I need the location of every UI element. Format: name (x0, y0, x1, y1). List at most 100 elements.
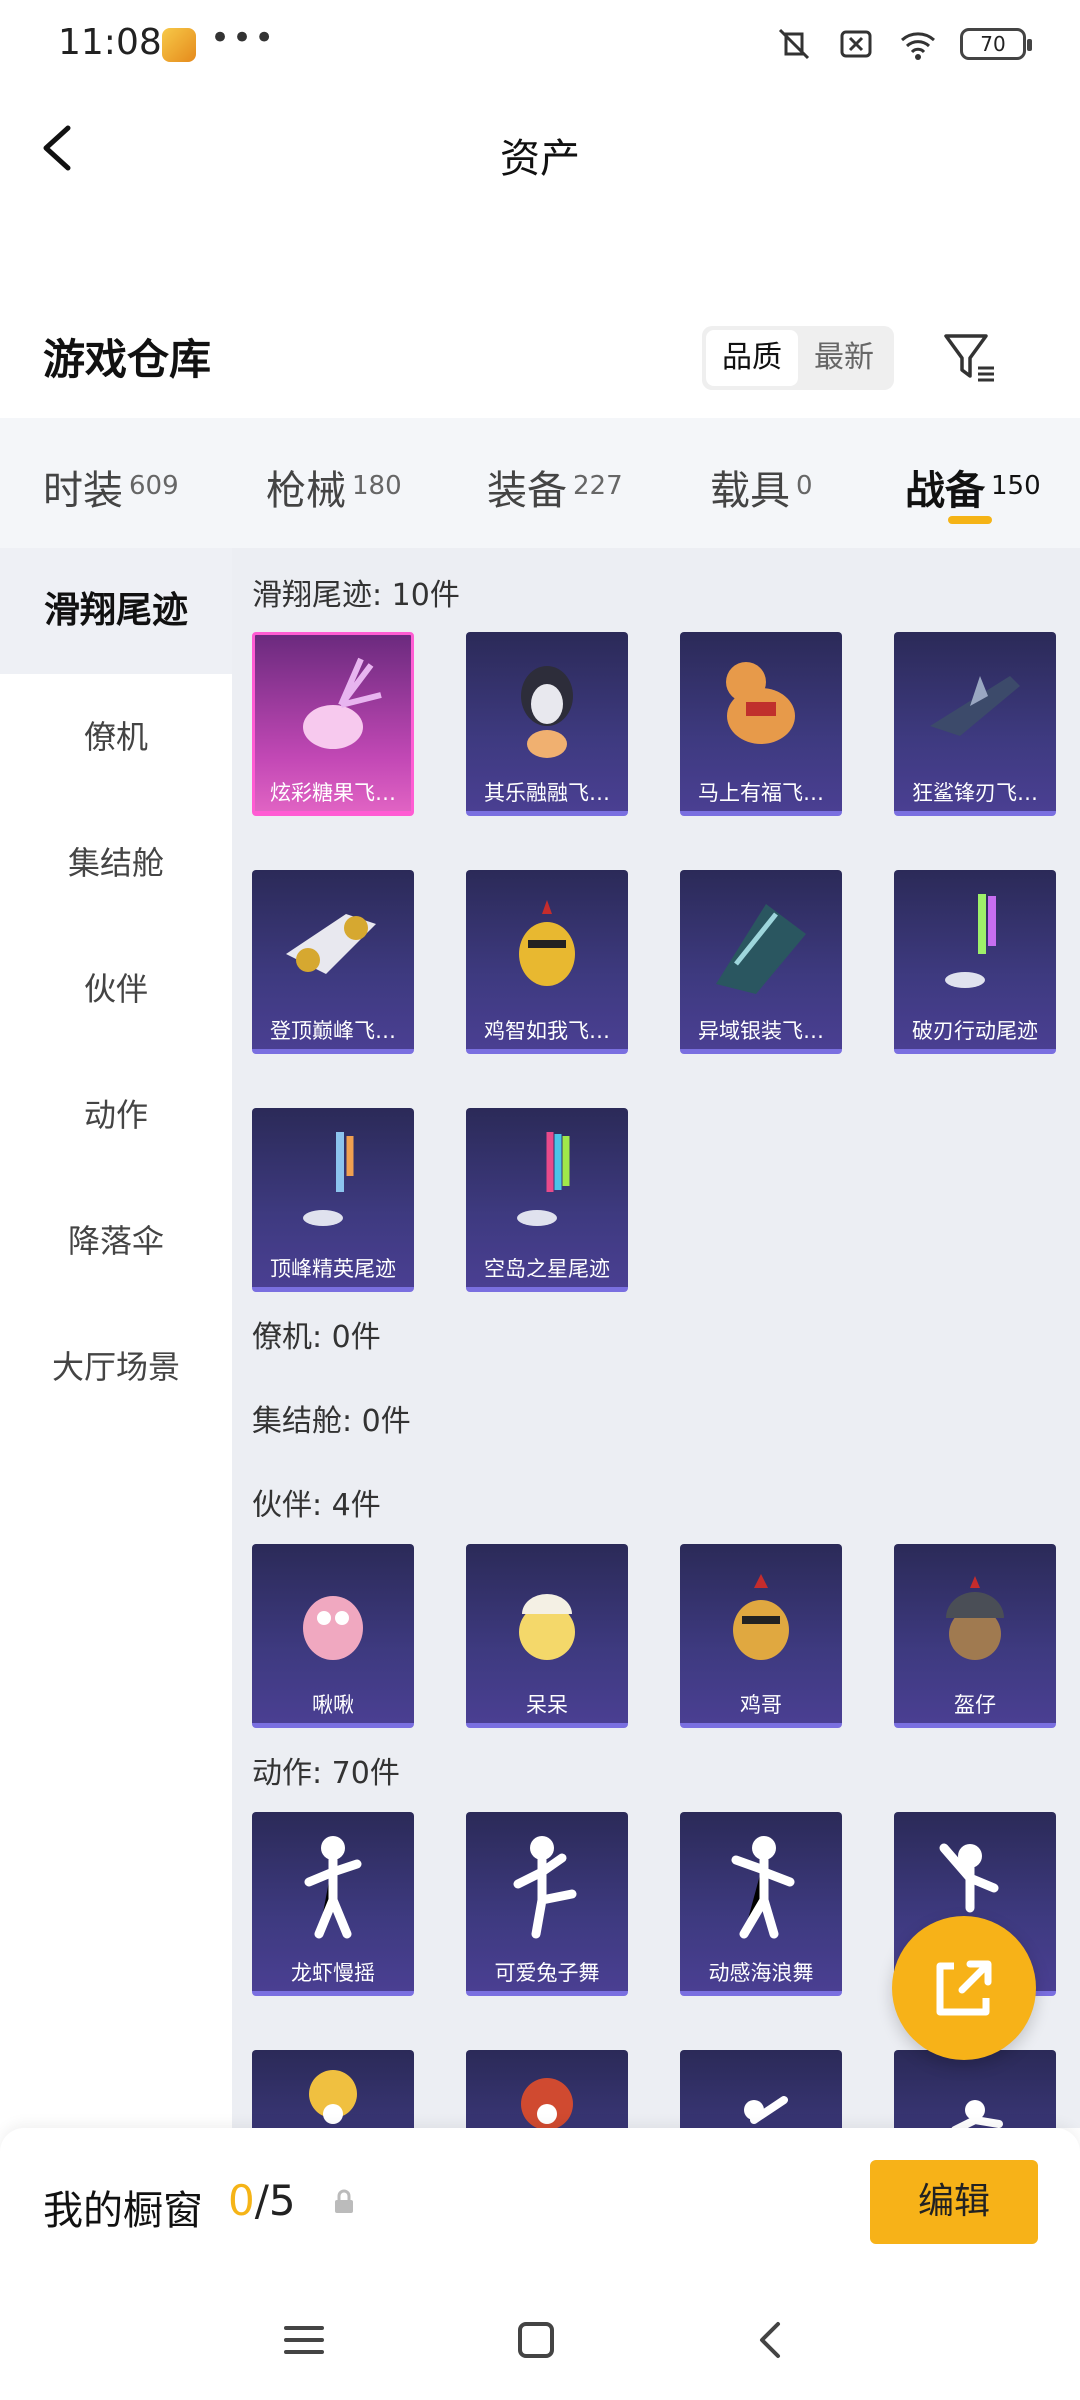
page-title: 资产 (500, 136, 580, 182)
item-name: 顶峰精英尾迹 (270, 1257, 396, 1281)
item-card[interactable] (680, 2050, 842, 2128)
sidebar: 滑翔尾迹 僚机 集结舱 伙伴 动作 降落伞 大厅场景 (0, 548, 232, 2128)
sidebar-item-partner[interactable]: 伙伴 (0, 964, 232, 1010)
sort-newest-option[interactable]: 最新 (798, 330, 890, 386)
wave-dance-emote-icon (731, 1836, 795, 1939)
system-nav-bar (0, 2278, 1080, 2400)
item-name: 呆呆 (526, 1693, 568, 1717)
sidebar-item-parachute[interactable]: 降落伞 (0, 1216, 232, 1262)
item-list: 滑翔尾迹: 10件 炫彩糖果飞… 其乐融融飞… 马上有福飞… 狂鲨锋刃飞… 登顶… (232, 548, 1080, 2128)
showcase-count: 0/5 (228, 2176, 296, 2225)
edit-button[interactable]: 编辑 (870, 2160, 1038, 2244)
tab-count: 180 (352, 471, 402, 501)
item-card[interactable]: 龙虾慢摇 (252, 1812, 414, 1996)
item-card[interactable]: 马上有福飞… (680, 632, 842, 816)
sidebar-item-glide-trail[interactable]: 滑翔尾迹 (0, 548, 232, 674)
tab-weapons[interactable]: 枪械 180 (266, 458, 402, 516)
item-name: 马上有福飞… (698, 781, 824, 805)
lock-icon (335, 2189, 353, 2213)
item-name: 盔仔 (954, 1693, 996, 1717)
item-name: 龙虾慢摇 (291, 1961, 375, 1985)
tab-label: 枪械 (266, 468, 346, 514)
item-name: 动感海浪舞 (708, 1961, 814, 1985)
item-card[interactable]: 顶峰精英尾迹 (252, 1108, 414, 1292)
filter-icon[interactable] (940, 328, 1000, 388)
tab-count: 0 (796, 471, 813, 501)
showcase-bar: 我的橱窗 0/5 编辑 (0, 2128, 1080, 2278)
item-card[interactable]: 呆呆 (466, 1544, 628, 1728)
item-card[interactable]: 啾啾 (252, 1544, 414, 1728)
wifi-icon (901, 32, 935, 60)
shark-glider-icon (930, 676, 1020, 736)
item-card[interactable]: 登顶巅峰飞… (252, 870, 414, 1054)
sidebar-item-capsule[interactable]: 集结舱 (0, 838, 232, 884)
battery-icon: 70 (960, 28, 1032, 60)
item-card[interactable]: 破刃行动尾迹 (894, 870, 1056, 1054)
sidebar-item-wingman[interactable]: 僚机 (0, 712, 232, 758)
sort-toggle: 品质 最新 (702, 326, 894, 390)
no-sim-icon (840, 30, 872, 58)
warehouse-title: 游戏仓库 (43, 335, 212, 384)
rainbow-trail-icon (945, 894, 996, 988)
section-title-wingman: 僚机: 0件 (252, 1320, 381, 1355)
item-card[interactable]: 可爱兔子舞 (466, 1812, 628, 1996)
section-title-glide-trail: 滑翔尾迹: 10件 (252, 578, 460, 613)
header: 资产 (0, 90, 1080, 210)
item-card[interactable]: 其乐融融飞… (466, 632, 628, 816)
item-card[interactable]: 鸡哥 (680, 1544, 842, 1728)
more-notifications-icon: ••• (210, 18, 277, 58)
item-name: 其乐融融飞… (484, 781, 610, 805)
section-title-emote: 动作: 70件 (252, 1756, 400, 1791)
tab-label: 载具 (710, 468, 790, 514)
item-name: 空岛之星尾迹 (484, 1257, 610, 1281)
tab-count: 609 (129, 471, 179, 501)
item-card[interactable] (466, 2050, 628, 2128)
fire-emote-icon (521, 2078, 573, 2128)
item-name: 可爱兔子舞 (494, 1961, 600, 1985)
status-time: 11:08 (58, 22, 162, 63)
sky-island-trail-icon (517, 1132, 570, 1226)
item-card[interactable] (252, 2050, 414, 2128)
item-card[interactable]: 空岛之星尾迹 (466, 1108, 628, 1292)
silver-wing-glider-icon (716, 904, 806, 994)
item-card[interactable]: 异域银装飞… (680, 870, 842, 1054)
summit-glider-icon (286, 914, 376, 974)
home-icon[interactable] (512, 2316, 560, 2364)
share-icon (936, 1960, 992, 2016)
tab-fashion[interactable]: 时装 609 (43, 458, 179, 516)
golden-emote-icon (309, 2070, 357, 2124)
horse-glider-icon (726, 662, 795, 744)
active-tab-indicator (948, 516, 992, 524)
item-name: 啾啾 (312, 1693, 354, 1717)
item-card[interactable] (894, 2050, 1056, 2128)
tab-equipment[interactable]: 装备 227 (487, 458, 623, 516)
tab-label: 时装 (43, 468, 123, 514)
item-card[interactable]: 狂鲨锋刃飞… (894, 632, 1056, 816)
share-button[interactable] (892, 1916, 1036, 2060)
showcase-total: /5 (254, 2176, 296, 2225)
item-card[interactable]: 炫彩糖果飞… (252, 632, 414, 816)
stand-emote-icon (951, 2100, 1003, 2128)
sidebar-item-emote[interactable]: 动作 (0, 1090, 232, 1136)
item-name: 异域银装飞… (698, 1019, 824, 1043)
item-name: 狂鲨锋刃飞… (912, 781, 1038, 805)
menu-icon[interactable] (280, 2316, 328, 2364)
tab-label: 装备 (487, 468, 567, 514)
pink-bird-partner-icon (303, 1596, 363, 1660)
sort-quality-option[interactable]: 品质 (706, 330, 798, 386)
chicken-glider-icon (519, 900, 575, 986)
elite-trail-icon (303, 1132, 354, 1226)
back-icon[interactable] (748, 2316, 796, 2364)
item-card[interactable]: 动感海浪舞 (680, 1812, 842, 1996)
tab-vehicles[interactable]: 载具 0 (710, 458, 813, 516)
bunny-dance-emote-icon (513, 1836, 577, 1939)
item-name: 炫彩糖果飞… (270, 781, 396, 805)
tab-tactical-gear[interactable]: 战备 150 (905, 458, 1041, 516)
item-card[interactable]: 鸡智如我飞… (466, 870, 628, 1054)
penguin-glider-icon (521, 666, 573, 758)
item-card[interactable]: 盔仔 (894, 1544, 1056, 1728)
sidebar-item-lobby-scene[interactable]: 大厅场景 (0, 1342, 232, 1388)
item-name: 鸡哥 (740, 1693, 782, 1717)
warehouse-row: 游戏仓库 品质 最新 (0, 320, 1080, 400)
app-notification-icon (162, 28, 196, 62)
